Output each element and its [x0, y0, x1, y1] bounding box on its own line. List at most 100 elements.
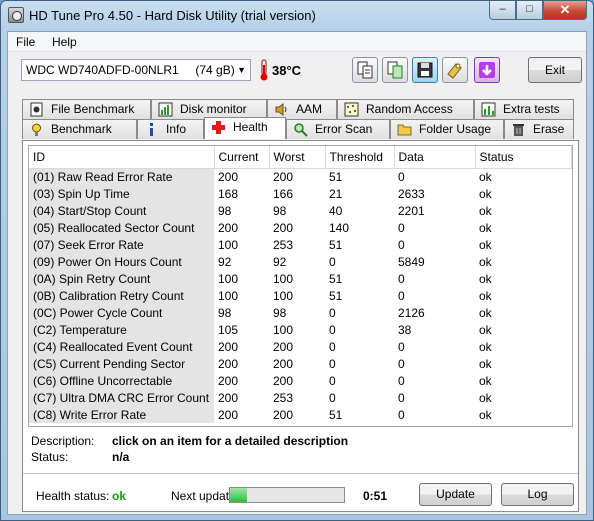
table-cell-threshold: 51 — [329, 169, 343, 184]
table-cell-worst: 200 — [273, 407, 294, 422]
column-header-id[interactable]: ID — [29, 146, 215, 169]
download-button[interactable] — [474, 57, 500, 83]
table-cell-threshold: 0 — [329, 373, 336, 388]
drive-dropdown-value: WDC WD740ADFD-00NLR1 (74 gB) — [26, 63, 235, 77]
table-row[interactable]: (09) Power On Hours Count 92 92 0 5849 ok — [29, 253, 572, 270]
table-row[interactable]: (C8) Write Error Rate 200 200 51 0 ok — [29, 406, 572, 423]
health-status-label: Health status: — [36, 489, 110, 503]
table-row[interactable]: (0B) Calibration Retry Count 100 100 51 0 ok — [29, 287, 572, 304]
progress-fill — [230, 488, 248, 502]
next-update-time: 0:51 — [363, 489, 388, 503]
table-cell-id: (C5) Current Pending Sector — [29, 355, 214, 372]
options-button[interactable] — [442, 57, 468, 83]
table-body: (01) Raw Read Error Rate 200 200 51 0 ok (03) … — [29, 168, 572, 423]
table-row[interactable]: (01) Raw Read Error Rate 200 200 51 0 ok — [29, 168, 572, 185]
table-cell-id: (03) Spin Up Time — [29, 185, 214, 202]
tab-aam[interactable]: AAM — [267, 99, 337, 119]
tab-error-scan[interactable]: Error Scan — [286, 119, 390, 139]
toolbar: WDC WD740ADFD-00NLR1 (74 gB) ▼ 38°C Exit — [8, 53, 586, 89]
app-icon[interactable] — [8, 7, 24, 23]
table-cell-status: ok — [479, 203, 492, 218]
title-bar[interactable]: HD Tune Pro 4.50 - Hard Disk Utility (tr… — [1, 1, 593, 31]
table-cell-data: 0 — [398, 373, 405, 388]
table-row[interactable]: (C7) Ultra DMA CRC Error Count 200 253 0 0 ok — [29, 389, 572, 406]
table-cell-status: ok — [479, 322, 492, 337]
minimize-button[interactable]: – — [489, 1, 516, 20]
table-cell-worst: 253 — [273, 237, 294, 252]
tab-extra-tests[interactable]: Extra tests — [474, 99, 574, 119]
table-row[interactable]: (C5) Current Pending Sector 200 200 0 0 ok — [29, 355, 572, 372]
tab-bar: File Benchmark Disk monitor AAM Random A… — [8, 99, 586, 141]
table-cell-threshold: 0 — [329, 322, 336, 337]
menu-bar: File Help — [8, 32, 586, 52]
table-cell-current: 92 — [218, 254, 232, 269]
table-cell-id: (09) Power On Hours Count — [29, 253, 214, 270]
table-cell-threshold: 21 — [329, 186, 343, 201]
table-row[interactable]: (0C) Power Cycle Count 98 98 0 2126 ok — [29, 304, 572, 321]
drive-dropdown[interactable]: WDC WD740ADFD-00NLR1 (74 gB) ▼ — [21, 59, 251, 81]
menu-file[interactable]: File — [16, 35, 35, 49]
tab-folder-usage[interactable]: Folder Usage — [390, 119, 504, 139]
table-row[interactable]: (0A) Spin Retry Count 100 100 51 0 ok — [29, 270, 572, 287]
table-cell-worst: 200 — [273, 169, 294, 184]
table-cell-status: ok — [479, 271, 492, 286]
log-button[interactable]: Log — [501, 483, 574, 506]
table-cell-current: 100 — [218, 271, 239, 286]
table-cell-worst: 200 — [273, 339, 294, 354]
close-button[interactable]: ✕ — [543, 1, 587, 20]
copy-info-button[interactable] — [352, 57, 378, 83]
table-row[interactable]: (03) Spin Up Time 168 166 21 2633 ok — [29, 185, 572, 202]
divider — [23, 473, 578, 474]
table-cell-data: 0 — [398, 339, 405, 354]
column-header-current[interactable]: Current — [214, 146, 270, 169]
save-icon — [417, 62, 433, 78]
table-row[interactable]: (C4) Reallocated Event Count 200 200 0 0 ok — [29, 338, 572, 355]
copy-screenshot-button[interactable] — [382, 57, 408, 83]
tab-disk-monitor[interactable]: Disk monitor — [151, 99, 267, 119]
tab-file-benchmark[interactable]: File Benchmark — [22, 99, 151, 119]
table-cell-threshold: 0 — [329, 305, 336, 320]
update-button[interactable]: Update — [419, 483, 492, 506]
tab-erase[interactable]: Erase — [504, 119, 574, 139]
file-benchmark-icon — [29, 102, 44, 117]
table-cell-status: ok — [479, 390, 492, 405]
health-panel: ID Current Worst Threshold Data Status (… — [22, 140, 579, 512]
maximize-button[interactable]: □ — [516, 1, 543, 20]
table-cell-id: (04) Start/Stop Count — [29, 202, 214, 219]
table-row[interactable]: (C6) Offline Uncorrectable 200 200 0 0 ok — [29, 372, 572, 389]
exit-button[interactable]: Exit — [528, 57, 582, 83]
chevron-down-icon: ▼ — [237, 65, 246, 75]
tab-benchmark[interactable]: Benchmark — [22, 119, 137, 139]
table-row[interactable]: (C2) Temperature 105 100 0 38 ok — [29, 321, 572, 338]
table-cell-data: 0 — [398, 390, 405, 405]
column-header-worst[interactable]: Worst — [269, 146, 326, 169]
column-header-threshold[interactable]: Threshold — [325, 146, 395, 169]
table-cell-status: ok — [479, 305, 492, 320]
tab-random-access[interactable]: Random Access — [337, 99, 474, 119]
table-cell-current: 200 — [218, 169, 239, 184]
status-value: n/a — [112, 450, 130, 464]
menu-help[interactable]: Help — [52, 35, 77, 49]
tab-label: Health — [233, 120, 268, 134]
table-row[interactable]: (07) Seek Error Rate 100 253 51 0 ok — [29, 236, 572, 253]
table-cell-current: 98 — [218, 305, 232, 320]
table-row[interactable]: (05) Reallocated Sector Count 200 200 140 0 o… — [29, 219, 572, 236]
table-cell-data: 5849 — [398, 254, 425, 269]
column-header-status[interactable]: Status — [475, 146, 572, 169]
table-row[interactable]: (04) Start/Stop Count 98 98 40 2201 ok — [29, 202, 572, 219]
tab-label: Extra tests — [503, 102, 560, 116]
table-cell-current: 200 — [218, 390, 239, 405]
table-cell-status: ok — [479, 339, 492, 354]
table-cell-id: (05) Reallocated Sector Count — [29, 219, 214, 236]
smart-table[interactable]: ID Current Worst Threshold Data Status (… — [28, 145, 573, 427]
table-cell-threshold: 0 — [329, 356, 336, 371]
trash-icon — [511, 122, 526, 137]
tab-health[interactable]: Health — [204, 117, 286, 139]
tab-info[interactable]: Info — [137, 119, 204, 139]
table-cell-data: 0 — [398, 220, 405, 235]
download-icon — [479, 62, 495, 78]
save-button[interactable] — [412, 57, 438, 83]
column-header-data[interactable]: Data — [394, 146, 476, 169]
random-access-icon — [344, 102, 359, 117]
table-cell-current: 98 — [218, 203, 232, 218]
